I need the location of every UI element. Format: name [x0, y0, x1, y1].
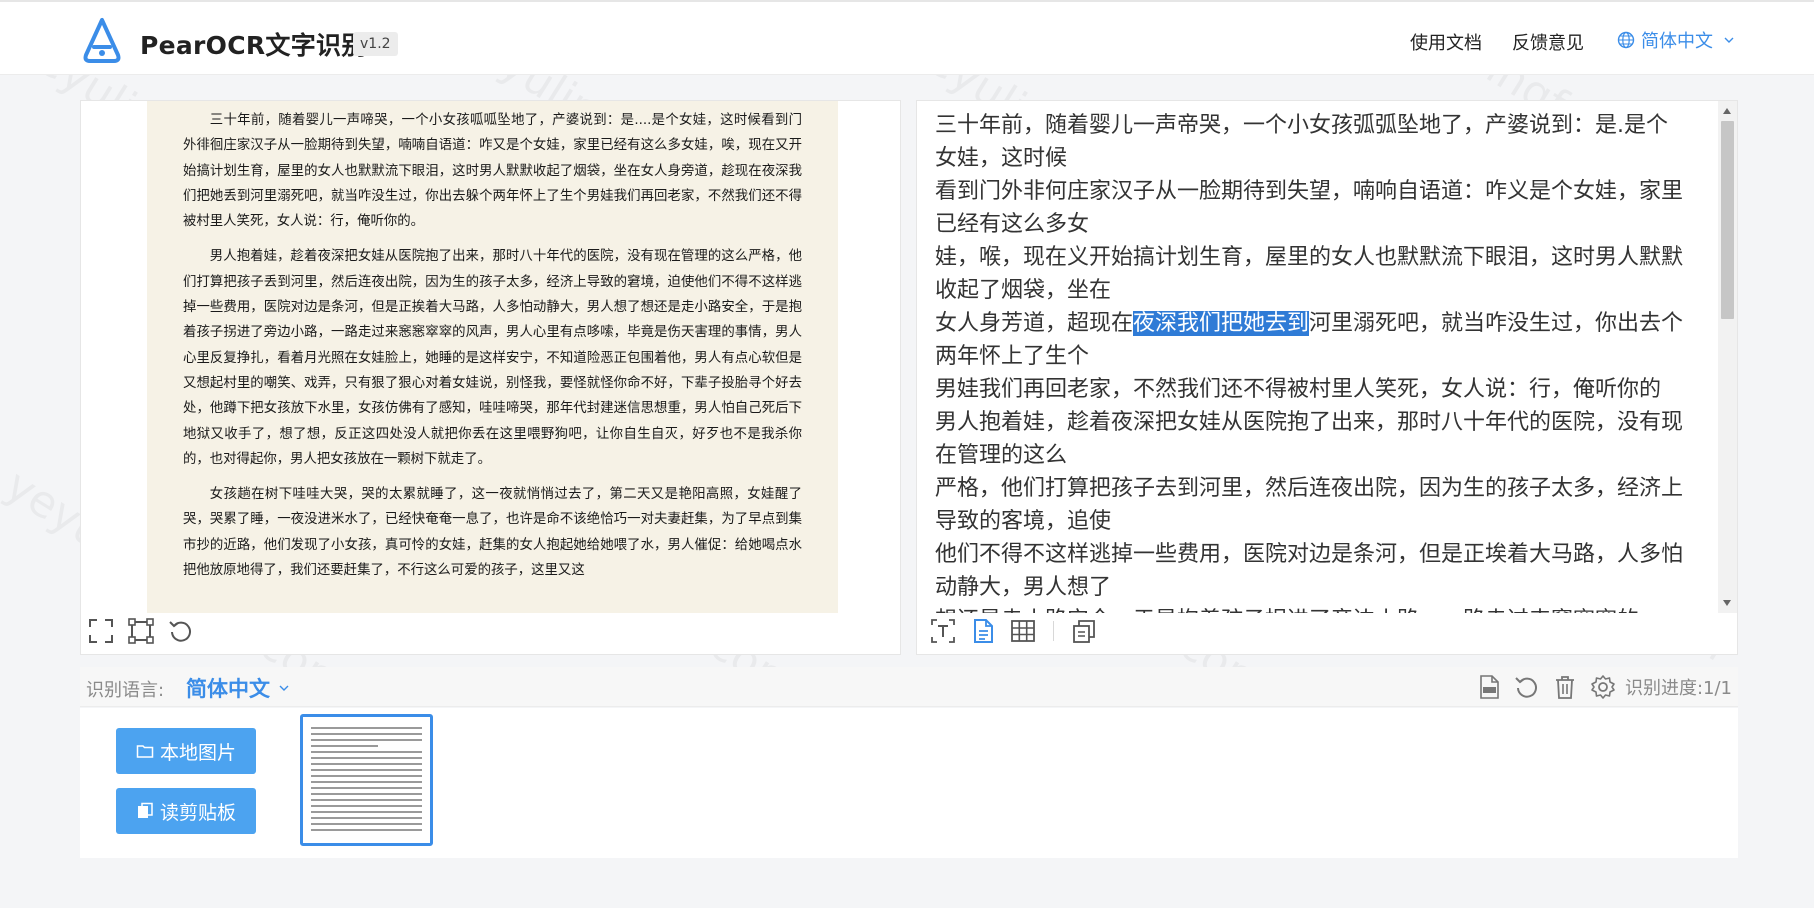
ocr-line: 三十年前，随着婴儿一声帝哭，一个小女孩弧弧坠地了，产婆说到：是.是个女娃，这时候 — [935, 113, 1668, 171]
scroll-up-arrow-icon[interactable] — [1723, 108, 1731, 114]
rotate-button[interactable] — [167, 617, 195, 645]
image-thumbnail[interactable] — [300, 714, 433, 846]
reset-button[interactable] — [1513, 673, 1541, 701]
ocr-line: 娃，喉，现在义开始搞计划生育，屋里的女人也默默流下眼泪，这时男人默默收起了烟袋，… — [935, 245, 1684, 303]
thumbnail-text-line — [311, 781, 422, 783]
recognition-language-value: 简体中文 — [186, 677, 270, 701]
thumbnail-text-line — [311, 799, 422, 801]
recognition-bar: 识别语言: 简体中文 识别进度:1/1 — [80, 667, 1738, 707]
document-view-button[interactable] — [969, 617, 997, 645]
recognition-language-label: 识别语言: — [86, 680, 165, 701]
thumbnail-text-line — [311, 811, 422, 813]
thumbnail-text-line — [311, 823, 422, 825]
thumbnail-text-line — [311, 739, 422, 741]
delete-button[interactable] — [1551, 673, 1579, 701]
clipboard-label: 读剪贴板 — [159, 801, 236, 824]
thumbnail-text-line — [311, 817, 422, 819]
document-icon — [974, 619, 993, 643]
vertical-scrollbar[interactable] — [1718, 101, 1737, 613]
thumbnail-text-line — [311, 745, 378, 747]
version-badge: v1.2 — [353, 32, 398, 56]
pdf-icon — [1480, 675, 1499, 699]
clipboard-icon — [137, 802, 153, 818]
thumbnail-text-line — [311, 757, 422, 759]
text-layout-button[interactable] — [929, 617, 957, 645]
recognition-progress: 识别进度:1/1 — [1624, 678, 1732, 699]
settings-icon — [1591, 675, 1615, 699]
language-label: 简体中文 — [1641, 31, 1713, 52]
selected-text[interactable]: 夜深我们把她去到 — [1133, 311, 1310, 336]
thumbnail-text-line — [311, 829, 422, 831]
source-paragraph: 女孩趟在树下哇哇大哭，哭的太累就睡了，这一夜就悄悄过去了，第二天又是艳阳高照，女… — [183, 487, 802, 579]
app-header: PearOCR文字识别 v1.2 使用文档 反馈意见 简体中文 — [0, 0, 1814, 75]
recognition-language-select[interactable]: 简体中文 — [186, 673, 290, 703]
ocr-line: 男人抱着娃，趁着夜深把女娃从医院抱了出来，那时八十年代的医院，没有现在管理的这么 — [935, 410, 1684, 468]
fullscreen-button[interactable] — [87, 617, 115, 645]
batch-toolbar: 识别进度:1/1 — [1475, 673, 1732, 701]
refresh-icon — [1515, 677, 1537, 698]
chevron-down-icon — [1724, 37, 1734, 43]
docs-link[interactable]: 使用文档 — [1410, 29, 1482, 55]
trash-icon — [1555, 676, 1574, 699]
clipboard-button[interactable]: 读剪贴板 — [116, 788, 256, 834]
thumbnail-text-line — [311, 769, 422, 771]
source-image-panel: 三十年前，随着婴儿一声啼哭，一个小女孩呱呱坠地了，产婆说到：是....是个女娃，… — [80, 100, 901, 655]
language-switch[interactable]: 简体中文 — [1617, 27, 1735, 53]
source-paragraph: 三十年前，随着婴儿一声啼哭，一个小女孩呱呱坠地了，产婆说到：是....是个女娃，… — [183, 113, 802, 230]
fullscreen-icon — [89, 619, 113, 643]
chevron-down-icon — [279, 685, 289, 691]
globe-icon — [1617, 31, 1635, 49]
rotate-icon — [169, 621, 191, 642]
ocr-text-before-selection: 女人身芳道，超现在 — [935, 311, 1134, 336]
export-pdf-button[interactable] — [1475, 673, 1503, 701]
scroll-thumb[interactable] — [1721, 121, 1734, 319]
toolbar-divider — [1053, 621, 1054, 641]
scroll-down-arrow-icon[interactable] — [1723, 600, 1731, 606]
copy-icon — [1073, 620, 1095, 643]
local-image-label: 本地图片 — [159, 741, 236, 764]
thumbnail-text-line — [311, 805, 422, 807]
crop-button[interactable] — [127, 617, 155, 645]
table-icon — [1011, 620, 1035, 642]
ocr-line: 男娃我们再回老家，不然我们还不得被村里人笑死，女人说：行，俺听你的 — [935, 377, 1662, 402]
source-document-image: 三十年前，随着婴儿一声啼哭，一个小女孩呱呱坠地了，产婆说到：是....是个女娃，… — [147, 101, 838, 613]
ocr-line: 他们不得不这样逃掉一些费用，医院对边是条河，但是正埃着大马路，人多怕动静大，男人… — [935, 542, 1684, 600]
table-view-button[interactable] — [1009, 617, 1037, 645]
ocr-line: 想还是走小路安全，于是抱着孩子拐进了旁边小路，一路走过来窸窣窣的 — [935, 604, 1687, 613]
thumbnail-text-line — [311, 787, 422, 789]
pear-logo-icon[interactable] — [80, 17, 124, 65]
feedback-link[interactable]: 反馈意见 — [1512, 29, 1584, 55]
thumbnail-text-line — [311, 733, 422, 735]
local-image-button[interactable]: 本地图片 — [116, 728, 256, 774]
ocr-line: 严格，他们打算把孩子去到河里，然后连夜出院，因为生的孩子太多，经济上导致的客境，… — [935, 476, 1684, 534]
settings-button[interactable] — [1589, 673, 1617, 701]
ocr-line: 看到门外非何庄家汉子从一脸期待到失望，喃响自语道：咋义是个女娃，家里已经有这么多… — [935, 179, 1684, 237]
folder-icon — [136, 745, 154, 758]
copy-button[interactable] — [1070, 617, 1098, 645]
ocr-result-text[interactable]: 三十年前，随着婴儿一声帝哭，一个小女孩弧弧坠地了，产婆说到：是.是个女娃，这时候… — [935, 109, 1687, 613]
text-layout-icon — [931, 619, 955, 643]
thumbnail-text-line — [311, 793, 422, 795]
thumbnail-text-line — [311, 727, 422, 729]
result-toolbar — [929, 617, 1098, 645]
app-title: PearOCR文字识别 — [140, 31, 367, 60]
thumbnail-text-line — [311, 763, 422, 765]
file-list-area: 本地图片 读剪贴板 — [80, 708, 1738, 858]
image-toolbar — [87, 617, 195, 645]
thumbnail-text-line — [311, 751, 422, 753]
ocr-line-with-selection: 女人身芳道，超现在夜深我们把她去到河里溺死吧，就当咋没生过，你出去个两年怀上了生… — [935, 307, 1687, 373]
thumbnail-text-line — [311, 775, 422, 777]
source-paragraph: 男人抱着娃，趁着夜深把女娃从医院抱了出来，那时八十年代的医院，没有现在管理的这么… — [183, 249, 802, 467]
crop-icon — [128, 618, 154, 644]
ocr-result-panel: 三十年前，随着婴儿一声帝哭，一个小女孩弧弧坠地了，产婆说到：是.是个女娃，这时候… — [916, 100, 1738, 655]
